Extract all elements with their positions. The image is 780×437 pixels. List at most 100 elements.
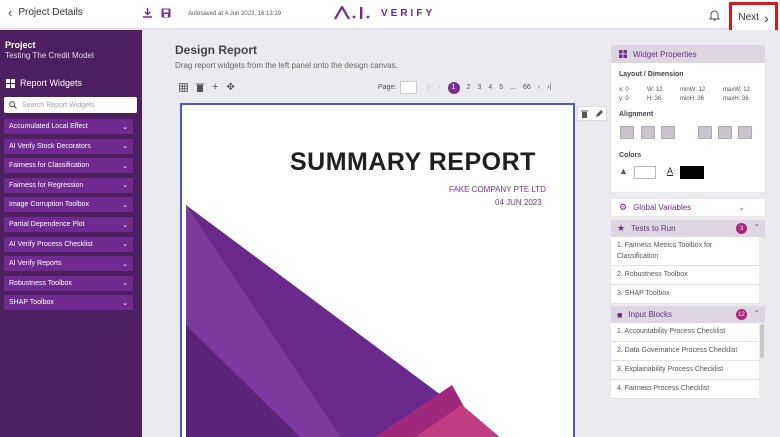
logo-mark-icon — [334, 6, 370, 20]
align-right-button[interactable] — [661, 126, 675, 139]
delete-widget-icon[interactable] — [581, 110, 589, 118]
widget-properties-header: Widget Properties — [611, 45, 765, 63]
list-item[interactable]: 4. Fairness Process Checklist — [611, 380, 759, 399]
widget-item[interactable]: AI Verify Stock Decorators ⌄ — [4, 138, 133, 154]
global-variables-card[interactable]: ⚙ Global Variables ⌄ — [611, 199, 765, 216]
text-color-swatch[interactable] — [680, 166, 704, 179]
widget-item[interactable]: Image Corruption Toolbox ⌄ — [4, 197, 133, 213]
align-left-button[interactable] — [620, 126, 634, 139]
page-5[interactable]: 5 — [499, 84, 503, 91]
global-variables-header: ⚙ Global Variables ⌄ — [611, 199, 765, 216]
list-item[interactable]: 1. Accountability Process Checklist — [611, 323, 759, 342]
widget-properties-title: Widget Properties — [633, 49, 697, 59]
layout-x: x: 0 — [619, 87, 629, 93]
widget-item[interactable]: Partial Dependence Plot ⌄ — [4, 217, 133, 232]
widget-item[interactable]: AI Verify Reports ⌄ — [4, 256, 133, 272]
chevron-down-icon: ⌄ — [122, 201, 128, 209]
edit-icon[interactable] — [595, 109, 603, 118]
widget-item-label: AI Verify Reports — [9, 260, 62, 268]
chevron-up-icon: ⌃ — [753, 223, 760, 232]
download-icon[interactable] — [143, 8, 152, 18]
layout-y: y: 0 — [619, 96, 629, 102]
layout-w: W: 12 — [647, 87, 663, 93]
search-widgets-input[interactable] — [22, 101, 132, 109]
widget-item-label: Robustness Toolbox — [9, 279, 72, 287]
chevron-left-icon: ‹ — [8, 4, 13, 20]
runner-icon: ★ — [617, 223, 626, 233]
next-button[interactable]: Next › — [729, 2, 778, 33]
input-blocks-scrollbar[interactable] — [760, 324, 764, 358]
widget-item[interactable]: SHAP Toolbox ⌄ — [4, 295, 133, 311]
report-widgets-title: Report Widgets — [6, 78, 82, 88]
aiverify-logo: VERIFY — [334, 6, 435, 20]
page-66[interactable]: 66 — [523, 84, 531, 91]
report-company: FAKE COMPANY PTE LTD — [449, 185, 546, 194]
chevron-down-icon: ⌄ — [122, 182, 128, 190]
back-label: Project Details — [18, 7, 83, 18]
global-variables-title: Global Variables — [633, 203, 692, 212]
widget-item[interactable]: AI Verify Process Checklist ⌄ — [4, 236, 133, 252]
widget-item-label: AI Verify Stock Decorators — [9, 142, 91, 150]
search-icon — [9, 101, 17, 109]
widget-item-label: Accumulated Local Effect — [9, 123, 88, 130]
chevron-down-icon: ⌄ — [122, 143, 128, 151]
list-item[interactable]: 2. Robustness Toolbox — [611, 266, 759, 285]
page-label: Page: — [378, 84, 397, 91]
widgets-grid-icon — [619, 50, 627, 58]
list-item[interactable]: 2. Data Governance Process Checklist — [611, 342, 759, 361]
widget-item[interactable]: Fairness for Classification ⌄ — [4, 158, 133, 174]
chevron-down-icon: ⌄ — [122, 280, 128, 288]
page-ellipsis: ... — [510, 84, 516, 91]
chevron-right-icon: › — [763, 9, 769, 26]
current-page[interactable]: 1 — [447, 81, 460, 94]
last-page-icon[interactable]: ›| — [547, 84, 551, 91]
colors-heading: Colors — [619, 152, 642, 159]
layout-maxh: maxH: 36 — [723, 96, 749, 102]
align-center-button[interactable] — [641, 126, 655, 139]
bell-icon[interactable] — [709, 9, 720, 21]
tests-to-run-header[interactable]: ★ Tests to Run 3 ⌃ — [611, 220, 765, 237]
widget-item[interactable]: Robustness Toolbox ⌄ — [4, 275, 133, 291]
page-subtitle: Drag report widgets from the left panel … — [175, 61, 398, 70]
save-icon[interactable] — [161, 8, 171, 18]
page-4[interactable]: 4 — [488, 84, 492, 91]
widget-item[interactable]: Accumulated Local Effect ⌄ — [4, 119, 133, 134]
input-blocks-title: Input Blocks — [628, 310, 673, 319]
widget-item-label: Fairness for Classification — [9, 162, 90, 170]
page-2[interactable]: 2 — [467, 84, 471, 91]
add-icon[interactable]: + — [212, 82, 218, 93]
back-button[interactable]: ‹ Project Details — [8, 4, 83, 20]
align-bottom-button[interactable] — [738, 126, 752, 139]
autosave-status: Autosaved at 4 Jun 2023, 16:13:19 — [188, 11, 282, 17]
widget-toolbar — [577, 106, 607, 121]
list-item[interactable]: 1. Fairness Metrics Toolbox for Classifi… — [611, 237, 759, 266]
chevron-down-icon: ⌄ — [122, 241, 128, 249]
move-icon[interactable]: ✥ — [226, 83, 234, 93]
search-widgets-box — [4, 97, 137, 113]
widget-item-label: Image Corruption Toolbox — [9, 201, 90, 209]
align-top-button[interactable] — [698, 126, 712, 139]
widget-item[interactable]: Fairness for Regression ⌄ — [4, 177, 133, 193]
fill-color-swatch[interactable] — [634, 166, 656, 179]
list-item[interactable]: 3. Explainability Process Checklist — [611, 361, 759, 380]
project-heading: Project — [5, 40, 36, 50]
input-blocks-icon: ■ — [617, 309, 623, 320]
layout-minw: minW: 12 — [680, 87, 706, 93]
page-input[interactable] — [400, 81, 417, 94]
input-blocks-header[interactable]: ■ Input Blocks 12 ⌃ — [611, 306, 765, 323]
widget-item-label: Fairness for Regression — [9, 181, 84, 189]
next-page-icon[interactable]: › — [538, 84, 540, 91]
align-middle-button[interactable] — [718, 126, 732, 139]
gear-icon: ⚙ — [619, 202, 628, 212]
grid-icon[interactable] — [179, 83, 188, 92]
list-item[interactable]: 3. SHAP Toolbox — [611, 285, 759, 304]
first-page-icon[interactable]: |‹ — [427, 84, 431, 91]
chevron-down-icon: ⌄ — [738, 203, 745, 212]
layout-minh: minH: 36 — [680, 96, 705, 102]
delete-icon[interactable] — [196, 83, 204, 92]
chevron-up-icon: ⌃ — [753, 309, 760, 318]
prev-page-icon[interactable]: ‹ — [438, 84, 440, 91]
report-title: SUMMARY REPORT — [290, 148, 536, 176]
tests-to-run-title: Tests to Run — [631, 224, 676, 233]
page-3[interactable]: 3 — [477, 84, 481, 91]
